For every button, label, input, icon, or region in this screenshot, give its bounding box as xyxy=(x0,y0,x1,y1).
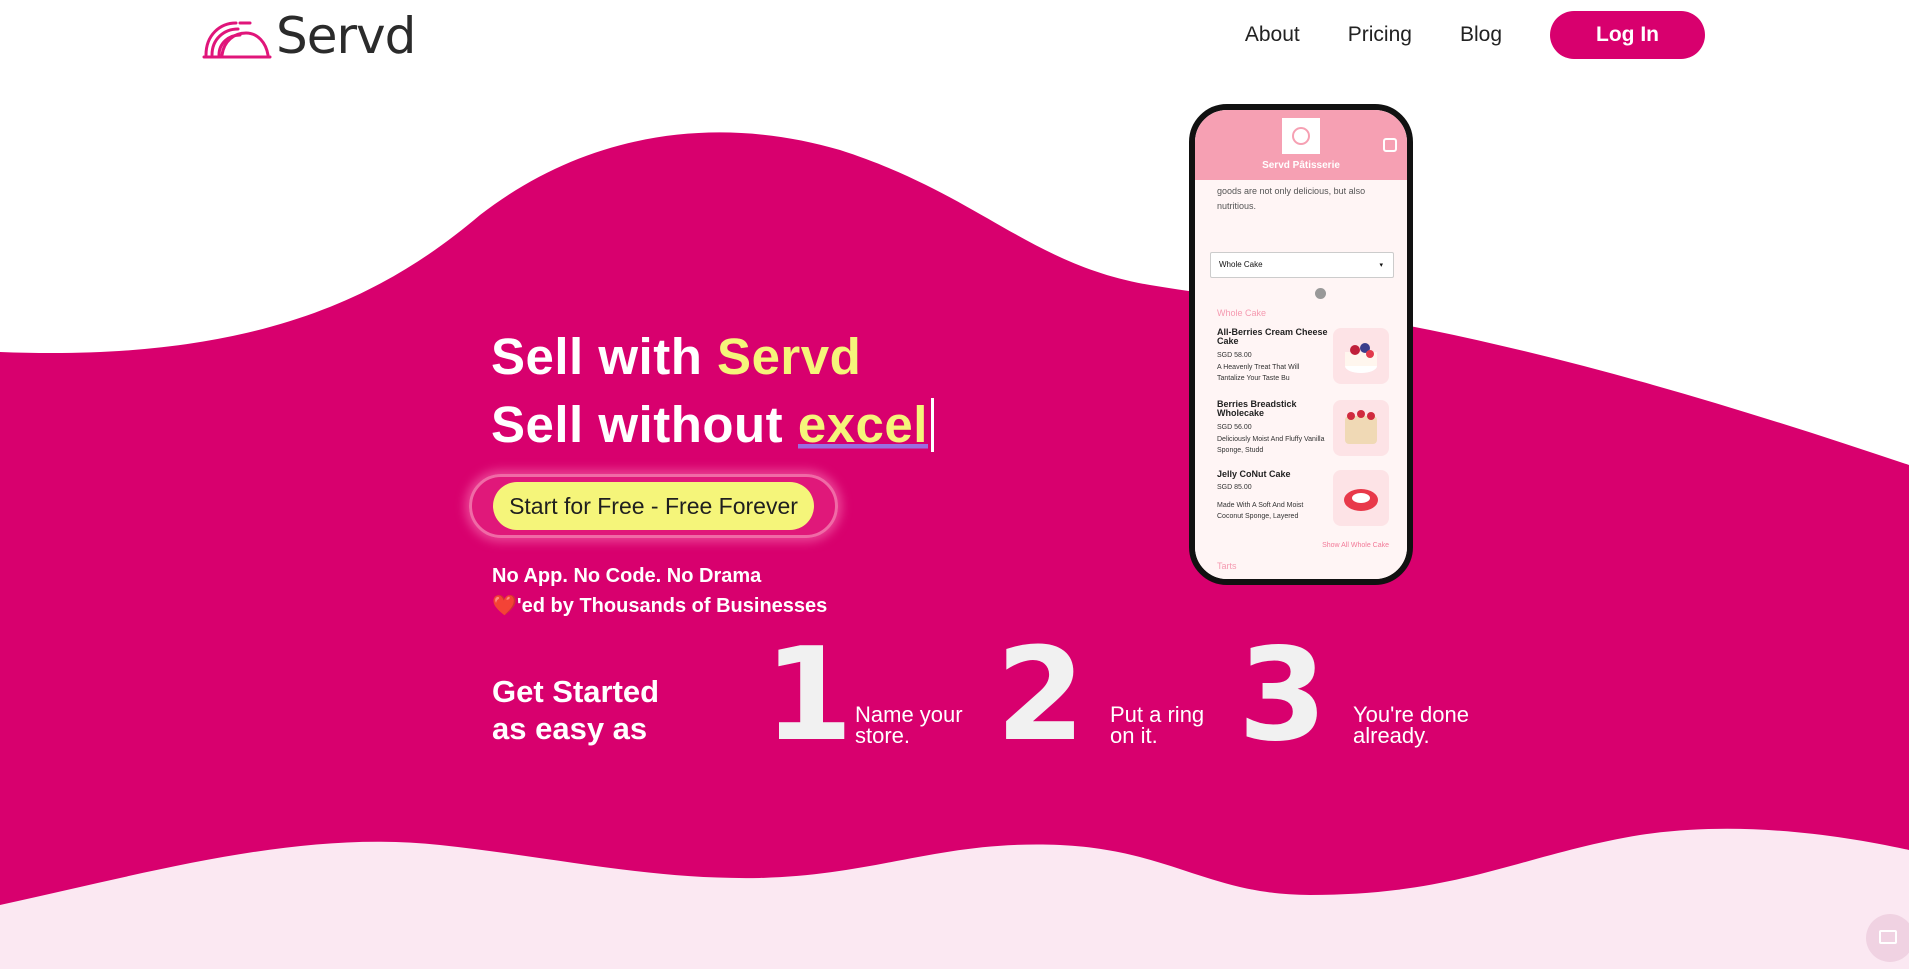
logo[interactable]: Servd xyxy=(200,7,416,65)
nav-about[interactable]: About xyxy=(1245,23,1300,47)
product-item[interactable]: Jelly CoNut Cake SGD 85.00 Made With A S… xyxy=(1217,470,1397,532)
top-nav: About Pricing Blog Log In xyxy=(1245,11,1705,59)
product-price: SGD 85.00 xyxy=(1217,484,1252,491)
bag-icon[interactable] xyxy=(1383,138,1397,152)
store-name: Servd Pâtisserie xyxy=(1262,160,1340,171)
tagline-1: No App. No Code. No Drama xyxy=(492,565,762,587)
chat-icon xyxy=(1879,930,1897,944)
product-desc: Deliciously Moist And Fluffy Vanilla Spo… xyxy=(1217,436,1325,454)
cloche-icon xyxy=(202,21,272,59)
cake-image-icon xyxy=(1344,489,1378,511)
hero-headline-brand: Servd xyxy=(717,328,862,385)
step-number-2: 2 xyxy=(996,621,1086,770)
product-price: SGD 58.00 xyxy=(1217,352,1252,359)
step-1-line-2: store. xyxy=(855,723,911,748)
product-name: Berries Breadstick Wholecake xyxy=(1217,399,1297,418)
hero-background-waves xyxy=(0,132,1909,969)
nav-pricing[interactable]: Pricing xyxy=(1348,23,1412,47)
product-price: SGD 56.00 xyxy=(1217,424,1252,431)
step-number-1: 1 xyxy=(764,621,854,770)
nav-blog[interactable]: Blog xyxy=(1460,23,1502,47)
step-text-3: You're done already. xyxy=(1353,702,1469,748)
step-text-1: Name your store. xyxy=(855,702,963,748)
tagline-2: ❤️'ed by Thousands of Businesses xyxy=(492,593,827,618)
get-started-line-1: Get Started xyxy=(492,674,660,709)
store-intro: goods are not only delicious, but also n… xyxy=(1217,186,1366,211)
hero-headline-2: Sell without excel xyxy=(491,395,934,454)
show-all-link[interactable]: Show All Whole Cake xyxy=(1322,542,1389,549)
category-select[interactable]: Whole Cake ▾ xyxy=(1210,252,1394,278)
product-desc: A Heavenly Treat That Will Tantalize You… xyxy=(1217,364,1300,382)
product-item[interactable]: All-Berries Cream Cheese Cake SGD 58.00 … xyxy=(1217,328,1397,390)
product-image xyxy=(1333,328,1389,384)
get-started-line-2: as easy as xyxy=(492,711,648,746)
step-text-2: Put a ring on it. xyxy=(1110,702,1205,748)
store-logo xyxy=(1282,118,1320,154)
login-button[interactable]: Log In xyxy=(1550,11,1705,59)
category-select-value: Whole Cake xyxy=(1219,260,1263,269)
start-free-button[interactable]: Start for Free - Free Forever xyxy=(493,482,814,530)
product-desc: Made With A Soft And Moist Coconut Spong… xyxy=(1217,502,1304,520)
text-caret xyxy=(930,398,934,452)
category-heading-next: Tarts xyxy=(1217,561,1237,571)
step-1-line-1: Name your xyxy=(855,702,963,727)
step-3-line-2: already. xyxy=(1353,723,1430,748)
get-started-heading: Get Started as easy as xyxy=(492,673,659,747)
category-heading: Whole Cake xyxy=(1217,308,1267,318)
product-image xyxy=(1333,400,1389,456)
heart-icon: ❤️ xyxy=(492,595,517,617)
step-number-3: 3 xyxy=(1238,621,1328,770)
phone-mockup: Servd Pâtisserie goods are not only deli… xyxy=(1189,104,1413,585)
carousel-dot xyxy=(1315,288,1326,299)
store-body: goods are not only delicious, but also n… xyxy=(1195,180,1407,579)
hero-headline-2-prefix: Sell without xyxy=(491,396,798,453)
product-name: All-Berries Cream Cheese Cake xyxy=(1217,327,1328,346)
typed-word: excel xyxy=(797,396,928,453)
hero-headline-1-prefix: Sell with xyxy=(491,328,718,385)
hero-headline-1: Sell with Servd xyxy=(491,327,861,386)
product-name: Jelly CoNut Cake xyxy=(1217,469,1291,479)
product-item[interactable]: Berries Breadstick Wholecake SGD 56.00 D… xyxy=(1217,400,1397,462)
product-image xyxy=(1333,470,1389,526)
logo-text: Servd xyxy=(276,7,416,65)
cake-icon xyxy=(1292,127,1310,145)
tagline-2-text: 'ed by Thousands of Businesses xyxy=(516,595,828,617)
step-2-line-1: Put a ring xyxy=(1110,702,1205,727)
store-header: Servd Pâtisserie xyxy=(1195,110,1407,180)
step-2-line-2: on it. xyxy=(1110,723,1158,748)
feedback-button[interactable] xyxy=(1866,914,1909,962)
cake-image-icon xyxy=(1345,343,1377,373)
chevron-down-icon: ▾ xyxy=(1379,262,1383,269)
step-3-line-1: You're done xyxy=(1353,702,1469,727)
cake-image-icon xyxy=(1345,410,1377,444)
